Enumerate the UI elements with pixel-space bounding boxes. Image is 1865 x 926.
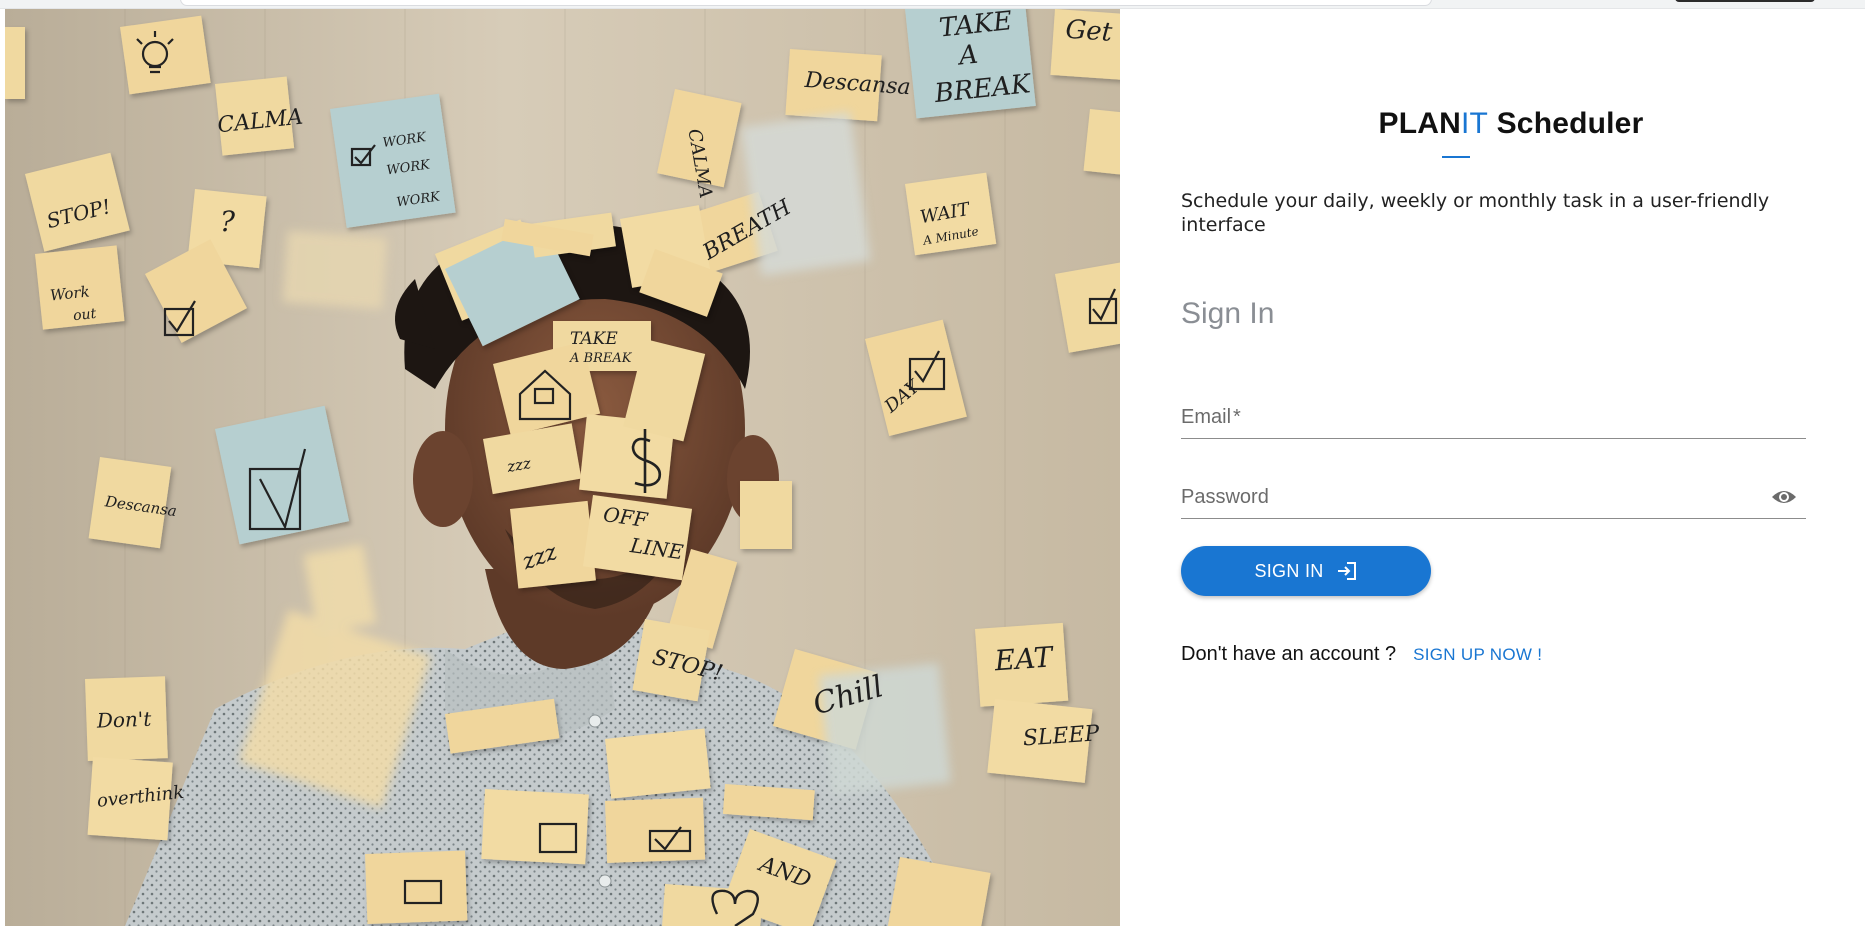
page-subtitle: Schedule your daily, weekly or monthly t… — [1181, 190, 1770, 236]
brand-part-it: IT — [1461, 107, 1489, 140]
svg-text:A BREAK: A BREAK — [569, 351, 633, 366]
hero-image: CALMA WORK WORK WORK STOP! ? Work out De… — [5, 9, 1120, 926]
address-bar[interactable] — [180, 0, 1432, 6]
signup-link[interactable]: SIGN UP NOW ! — [1413, 645, 1542, 665]
signin-panel: PLANIT Scheduler — [1121, 9, 1865, 926]
brand-underline — [1442, 156, 1470, 158]
svg-text:out: out — [72, 306, 97, 324]
signup-prompt: Don't have an account ? — [1181, 643, 1397, 665]
eye-icon — [1772, 491, 1796, 503]
svg-text:Don't: Don't — [95, 707, 152, 733]
signin-heading: Sign In — [1181, 297, 1275, 330]
svg-text:?: ? — [220, 205, 236, 238]
login-icon — [1337, 562, 1356, 580]
app-logo-title: PLANIT Scheduler — [1361, 107, 1661, 141]
svg-text:TAKE: TAKE — [570, 329, 618, 349]
password-input[interactable] — [1181, 478, 1765, 518]
hero-illustration: CALMA WORK WORK WORK STOP! ? Work out De… — [5, 9, 1120, 926]
browser-top-strip — [0, 0, 1865, 9]
svg-text:Get: Get — [1065, 15, 1114, 48]
signin-button[interactable]: SIGN IN — [1181, 546, 1431, 596]
brand-part-plan: PLAN — [1378, 107, 1461, 140]
brand-part-scheduler: Scheduler — [1488, 107, 1644, 140]
svg-text:EAT: EAT — [993, 640, 1056, 677]
signin-button-label: SIGN IN — [1254, 560, 1324, 581]
email-field[interactable]: Email * — [1181, 398, 1806, 439]
signup-row: Don't have an account ? SIGN UP NOW ! — [1181, 643, 1542, 666]
show-password-toggle[interactable] — [1770, 486, 1798, 508]
browser-profile-pill[interactable] — [1675, 0, 1815, 2]
email-input[interactable] — [1181, 398, 1765, 438]
password-field[interactable]: Password — [1181, 478, 1806, 519]
